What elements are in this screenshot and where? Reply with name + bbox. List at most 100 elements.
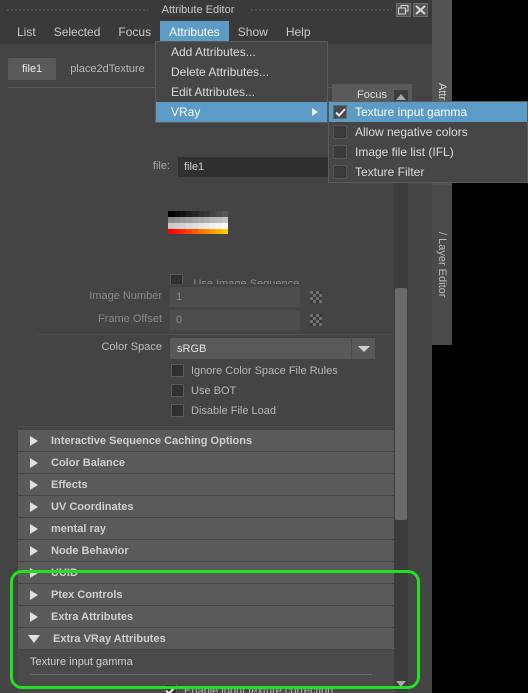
attribute-editor-window: Attribute Editor List Selected Focus Att… <box>0 0 528 693</box>
color-space-dropdown[interactable]: sRGB <box>170 338 375 359</box>
use-image-sequence-row: Use Image Sequence <box>170 274 299 284</box>
submenu-item-texture-input-gamma[interactable]: Texture input gamma <box>329 102 527 122</box>
submenu-item-allow-negative-colors[interactable]: Allow negative colors <box>329 122 527 142</box>
chevron-right-icon <box>30 435 38 446</box>
section-node-behavior[interactable]: Node Behavior <box>18 540 396 561</box>
menu-attributes[interactable]: Attributes <box>160 21 229 43</box>
enable-input-texture-correction-row[interactable]: Enable input texture correction <box>164 684 333 693</box>
check-icon <box>165 686 176 693</box>
frame-offset-texture-icon[interactable] <box>310 314 322 326</box>
submenu-item-label: Allow negative colors <box>355 125 468 139</box>
color-space-field: Color Space sRGB <box>101 338 375 359</box>
enable-input-texture-correction-label: Enable input texture correction <box>184 684 334 693</box>
ignore-color-space-rules-row[interactable]: Ignore Color Space File Rules <box>171 364 338 377</box>
section-effects[interactable]: Effects <box>18 474 396 495</box>
image-file-list-menu-checkbox[interactable] <box>333 145 347 159</box>
menu-item-vray-label: VRay <box>171 105 201 119</box>
image-number-texture-icon[interactable] <box>310 291 322 303</box>
section-label: Color Balance <box>51 456 125 469</box>
color-space-value: sRGB <box>177 342 207 355</box>
use-image-sequence-checkbox[interactable] <box>170 274 183 284</box>
use-bot-label: Use BOT <box>191 384 237 397</box>
menu-show[interactable]: Show <box>229 21 277 43</box>
frame-offset-input[interactable] <box>170 310 300 330</box>
image-number-input[interactable] <box>170 287 300 307</box>
field-divider <box>36 334 392 335</box>
disable-file-load-label: Disable File Load <box>191 404 276 417</box>
section-label: Extra VRay Attributes <box>53 632 166 645</box>
file-label: file: <box>152 160 170 172</box>
chevron-right-icon <box>30 589 38 600</box>
submenu-item-label: Image file list (IFL) <box>355 145 454 159</box>
ignore-color-space-rules-label: Ignore Color Space File Rules <box>191 364 338 377</box>
vertical-tab-layer-editor[interactable]: / Layer Editor <box>432 185 452 345</box>
attributes-dropdown-menu: Add Attributes... Delete Attributes... E… <box>155 41 328 123</box>
scrollbar-thumb[interactable] <box>395 288 407 520</box>
title-bar: Attribute Editor <box>0 0 432 20</box>
title-bar-grip-left[interactable] <box>0 0 152 20</box>
section-mental-ray[interactable]: mental ray <box>18 518 396 539</box>
chevron-right-icon <box>30 523 38 534</box>
section-ptex-controls[interactable]: Ptex Controls <box>18 584 396 605</box>
header-rule <box>30 674 372 675</box>
menu-item-delete-attributes[interactable]: Delete Attributes... <box>156 62 327 82</box>
submenu-item-image-file-list[interactable]: Image file list (IFL) <box>329 142 527 162</box>
node-tabs: file1 place2dTexture <box>8 58 159 80</box>
title-bar-grip-right[interactable] <box>244 0 396 20</box>
image-number-label: Image Number <box>89 290 162 302</box>
menu-item-vray[interactable]: VRay <box>156 102 327 122</box>
use-bot-checkbox[interactable] <box>171 384 184 397</box>
section-extra-attributes[interactable]: Extra Attributes <box>18 606 396 627</box>
image-number-field: Image Number <box>89 287 322 307</box>
color-space-label: Color Space <box>101 341 162 353</box>
menu-help[interactable]: Help <box>277 21 320 43</box>
restore-icon[interactable] <box>396 3 412 17</box>
check-icon <box>334 107 346 117</box>
section-label: Effects <box>51 478 88 491</box>
section-interactive-sequence-caching-options[interactable]: Interactive Sequence Caching Options <box>18 430 396 451</box>
disable-file-load-checkbox[interactable] <box>171 404 184 417</box>
texture-filter-menu-checkbox[interactable] <box>333 165 347 179</box>
menu-selected[interactable]: Selected <box>45 21 110 43</box>
section-label: Ptex Controls <box>51 588 123 601</box>
section-uuid[interactable]: UUID <box>18 562 396 583</box>
menu-list[interactable]: List <box>8 21 45 43</box>
frame-offset-label: Frame Offset <box>98 313 162 325</box>
chevron-right-icon <box>30 611 38 622</box>
tab-place2dtexture[interactable]: place2dTexture <box>56 58 159 80</box>
use-image-sequence-label: Use Image Sequence <box>193 278 300 284</box>
ignore-color-space-rules-checkbox[interactable] <box>171 364 184 377</box>
submenu-item-label: Texture Filter <box>355 165 425 179</box>
section-label: Extra Attributes <box>51 610 134 623</box>
texture-input-gamma-header: Texture input gamma <box>30 656 133 668</box>
allow-negative-colors-menu-checkbox[interactable] <box>333 125 347 139</box>
section-label: Interactive Sequence Caching Options <box>51 434 253 447</box>
close-icon[interactable] <box>413 3 429 17</box>
section-extra-vray-attributes[interactable]: Extra VRay Attributes <box>18 628 396 649</box>
menu-focus[interactable]: Focus <box>109 21 160 43</box>
enable-input-texture-correction-checkbox[interactable] <box>164 684 177 693</box>
chevron-down-icon <box>28 634 40 643</box>
chevron-right-icon <box>30 479 38 490</box>
submenu-item-label: Texture input gamma <box>355 105 468 119</box>
section-label: Node Behavior <box>51 544 129 557</box>
chevron-right-icon <box>30 457 38 468</box>
section-color-balance[interactable]: Color Balance <box>18 452 396 473</box>
section-label: mental ray <box>51 522 107 535</box>
section-label: UV Coordinates <box>51 500 134 513</box>
chevron-right-icon <box>30 567 38 578</box>
scroll-down-button[interactable] <box>394 677 408 691</box>
menu-item-edit-attributes[interactable]: Edit Attributes... <box>156 82 327 102</box>
vray-submenu: Texture input gamma Allow negative color… <box>328 101 528 183</box>
submenu-item-texture-filter[interactable]: Texture Filter <box>329 162 527 182</box>
texture-input-gamma-menu-checkbox[interactable] <box>333 105 347 119</box>
menu-item-add-attributes[interactable]: Add Attributes... <box>156 42 327 62</box>
chevron-down-icon[interactable] <box>351 338 375 359</box>
use-bot-row[interactable]: Use BOT <box>171 384 236 397</box>
chevron-right-icon <box>30 501 38 512</box>
section-uv-coordinates[interactable]: UV Coordinates <box>18 496 396 517</box>
section-label: UUID <box>51 566 78 579</box>
window-title: Attribute Editor <box>161 4 235 16</box>
disable-file-load-row[interactable]: Disable File Load <box>171 404 276 417</box>
tab-file1[interactable]: file1 <box>8 58 57 80</box>
